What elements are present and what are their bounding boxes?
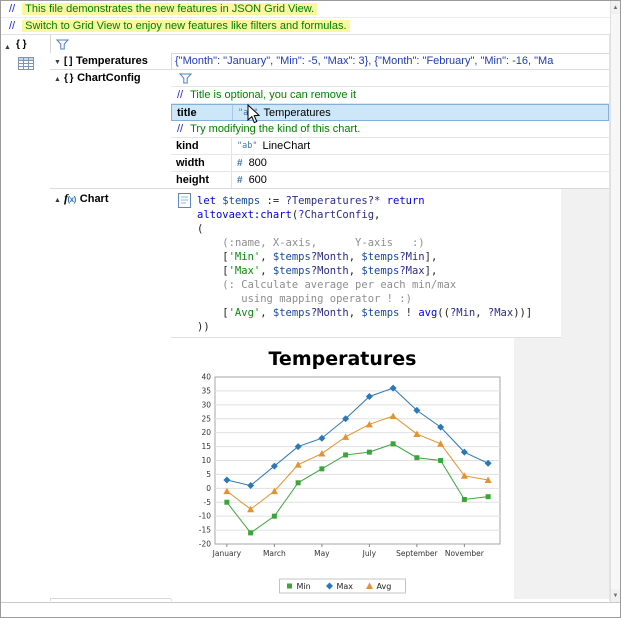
string-type-icon: "ab": [238, 108, 258, 118]
formula-type-icon: f(x): [64, 194, 76, 205]
comment-marker: //: [9, 20, 15, 32]
svg-text:35: 35: [201, 386, 211, 395]
svg-text:30: 30: [201, 400, 211, 409]
expander-icon[interactable]: ▲: [54, 76, 64, 83]
row-kind[interactable]: kind "ab" LineChart: [171, 138, 609, 155]
filter-icon[interactable]: [179, 73, 192, 84]
kind-value: LineChart: [262, 140, 310, 152]
svg-text:40: 40: [201, 373, 211, 382]
array-type-icon: [ ]: [64, 56, 72, 67]
height-value-cell[interactable]: # 600: [231, 172, 609, 188]
svg-text:10: 10: [201, 456, 211, 465]
root-expander-icon[interactable]: ▲: [4, 40, 14, 52]
scroll-down-button[interactable]: ▼: [611, 589, 620, 602]
svg-text:0: 0: [206, 484, 211, 493]
svg-text:20: 20: [201, 428, 211, 437]
comment-row-1[interactable]: // This file demonstrates the new featur…: [1, 1, 610, 18]
key-label: Temperatures: [76, 55, 148, 67]
vertical-scrollbar[interactable]: ▲ ▼: [610, 1, 620, 602]
row-chart-key[interactable]: ▲f(x) Chart: [50, 189, 171, 599]
title-value: Temperatures: [263, 107, 330, 119]
root-object-type-icon: { }: [16, 39, 27, 50]
comment-marker: //: [177, 123, 183, 135]
number-type-icon: #: [237, 175, 243, 186]
svg-text:May: May: [314, 549, 330, 558]
expander-icon[interactable]: ▼: [54, 59, 64, 66]
kind-key[interactable]: kind: [171, 140, 231, 152]
svg-text:15: 15: [201, 442, 211, 451]
title-key[interactable]: title: [172, 107, 232, 119]
title-value-cell[interactable]: "ab" Temperatures: [232, 105, 608, 120]
string-type-icon: "ab": [237, 141, 257, 151]
object-type-icon: { }: [64, 73, 73, 84]
empty-cell-area: [561, 189, 609, 338]
row-temperatures-key[interactable]: ▼[ ] Temperatures: [50, 53, 171, 70]
json-grid-view-window: // This file demonstrates the new featur…: [0, 0, 621, 618]
svg-text:Max: Max: [337, 582, 354, 591]
svg-text:September: September: [396, 549, 438, 558]
svg-text:Temperatures: Temperatures: [269, 348, 417, 370]
chart-svg: Temperatures -20 -15 -10 -5 0 5 10 15 20 25 30 35 40 J…: [172, 341, 513, 596]
comment-text: Switch to Grid View to enjoy new feature…: [22, 20, 349, 32]
comment-marker: //: [177, 89, 183, 101]
width-value: 800: [249, 157, 267, 169]
svg-text:January: January: [212, 549, 242, 558]
kind-value-cell[interactable]: "ab" LineChart: [231, 138, 609, 154]
svg-text:March: March: [263, 549, 286, 558]
height-key[interactable]: height: [171, 174, 231, 186]
comment-row-2[interactable]: // Switch to Grid View to enjoy new feat…: [1, 18, 610, 35]
formula-icon: [178, 193, 191, 208]
row-temperatures-value[interactable]: {"Month": "January", "Min": -5, "Max": 3…: [171, 53, 609, 70]
svg-text:5: 5: [206, 470, 211, 479]
comment-marker: //: [9, 3, 15, 15]
row-height[interactable]: height # 600: [171, 172, 609, 189]
table-view-icon[interactable]: [18, 57, 34, 70]
width-value-cell[interactable]: # 800: [231, 155, 609, 171]
width-key[interactable]: width: [171, 157, 231, 169]
svg-text:Avg: Avg: [377, 582, 392, 591]
formula-cell[interactable]: let $temps := ?Temperatures?* returnalto…: [171, 189, 561, 338]
svg-text:-20: -20: [199, 540, 211, 549]
svg-text:-15: -15: [199, 526, 211, 535]
height-value: 600: [249, 174, 267, 186]
svg-text:-5: -5: [204, 498, 212, 507]
key-label: ChartConfig: [77, 72, 141, 84]
expander-icon[interactable]: ▲: [54, 197, 64, 204]
comment-text: Title is optional, you can remove it: [190, 89, 356, 101]
row-chartconfig-key[interactable]: ▲{ } ChartConfig: [50, 70, 171, 189]
svg-text:25: 25: [201, 414, 211, 423]
svg-text:November: November: [445, 549, 485, 558]
row-title[interactable]: title "ab" Temperatures: [171, 104, 609, 121]
comment-text: Try modifying the kind of this chart.: [190, 123, 360, 135]
chart-result-cell[interactable]: Temperatures -20 -15 -10 -5 0 5 10 15 20 25 30 35 40 J…: [171, 338, 514, 599]
empty-cell-area: [514, 338, 609, 599]
root-filter-icon[interactable]: [56, 39, 69, 50]
chartconfig-comment-row-1[interactable]: // Title is optional, you can remove it: [171, 87, 609, 104]
svg-text:Min: Min: [297, 582, 311, 591]
formula-code[interactable]: let $temps := ?Temperatures?* returnalto…: [197, 194, 532, 334]
chartconfig-filter-row[interactable]: [171, 70, 609, 87]
chartconfig-comment-row-2[interactable]: // Try modifying the kind of this chart.: [171, 121, 609, 138]
row-width[interactable]: width # 800: [171, 155, 609, 172]
scroll-up-button[interactable]: ▲: [611, 1, 620, 14]
svg-text:July: July: [362, 549, 377, 558]
svg-text:-10: -10: [199, 512, 211, 521]
number-type-icon: #: [237, 158, 243, 169]
comment-text: This file demonstrates the new features …: [22, 3, 317, 15]
horizontal-scrollbar-area[interactable]: [1, 602, 621, 618]
key-label: Chart: [80, 193, 109, 205]
